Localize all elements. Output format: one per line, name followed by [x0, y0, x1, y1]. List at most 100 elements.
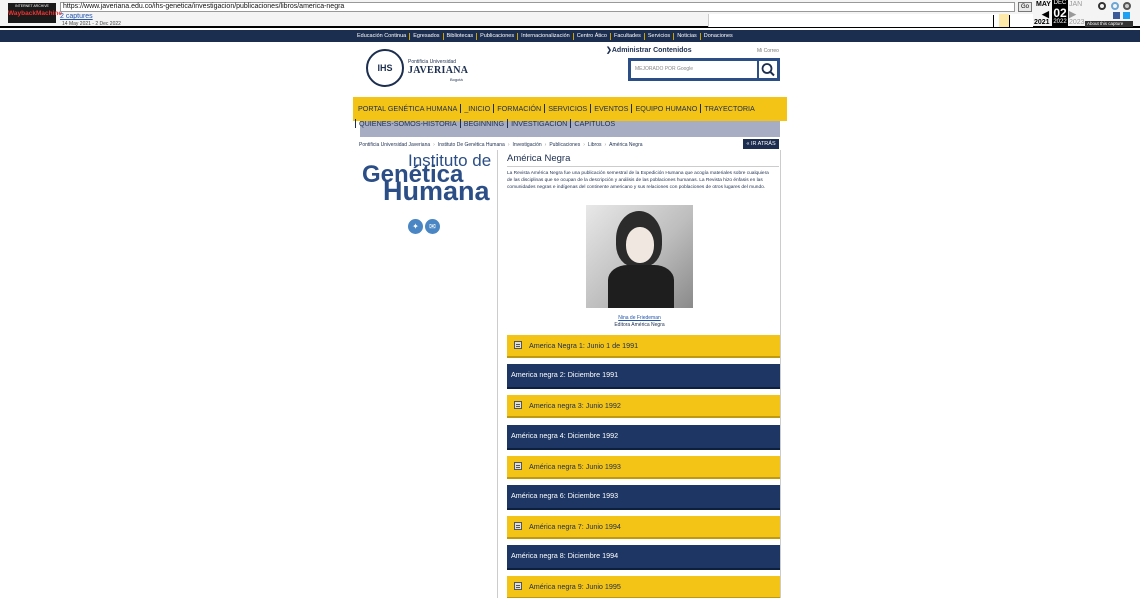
utility-link[interactable]: Internacionalización: [518, 32, 574, 40]
nav-trayectoria[interactable]: TRAYECTORIA: [701, 104, 757, 113]
photo-caption-text: Editora América Negra: [614, 322, 665, 328]
nav-capitulos[interactable]: CAPITULOS: [571, 119, 618, 128]
institute-line3: Humana: [383, 176, 490, 206]
breadcrumb-item[interactable]: Libros: [588, 142, 602, 148]
current-year: 2022: [1053, 19, 1067, 25]
nav-quienes-somos[interactable]: QUIENES-SOMOS-HISTORIA: [355, 119, 461, 128]
issue-link-label: America Negra 1: Junio 1 de 1991: [529, 341, 639, 350]
nav-equipo-humano[interactable]: EQUIPO HUMANO: [632, 104, 702, 113]
pdf-icon: [514, 401, 522, 409]
wayback-logo-text: WaybackMachine: [8, 10, 62, 17]
issue-link-item[interactable]: America Negra 1: Junio 1 de 1991: [507, 335, 780, 356]
utility-nav: Educación Continua Egresados Bibliotecas…: [354, 30, 736, 42]
admin-contents-label: Administrar Contenidos: [611, 47, 692, 54]
logo-main-text: JAVERIANA: [408, 65, 469, 76]
issue-link-label: América negra 4: Diciembre 1992: [511, 431, 619, 440]
photo-caption-link[interactable]: Nina de Friedeman: [586, 315, 693, 321]
twitter-icon[interactable]: ✦: [408, 219, 423, 234]
utility-link[interactable]: Donaciones: [701, 33, 736, 40]
back-button[interactable]: « IR ATRÁS: [743, 139, 779, 149]
page-title: América Negra: [507, 153, 571, 164]
breadcrumb-separator: ›: [583, 142, 585, 148]
issue-link-item[interactable]: América negra 9: Junio 1995: [507, 576, 780, 597]
main-nav-row1: PORTAL GENÉTICA HUMANA _INICIO FORMACIÓN…: [355, 104, 758, 113]
issue-link-label: America negra 2: Diciembre 1991: [511, 370, 619, 379]
close-icon[interactable]: [1123, 2, 1131, 10]
wayback-current-date: DEC 02 2022: [1052, 0, 1068, 27]
search-box: MEJORADO POR Google: [628, 58, 780, 81]
breadcrumb-item[interactable]: Investigación: [512, 142, 541, 148]
search-input[interactable]: MEJORADO POR Google: [631, 61, 757, 78]
search-button[interactable]: [759, 61, 777, 78]
main-nav-row2: QUIENES-SOMOS-HISTORIA BEGINNING INVESTI…: [355, 119, 618, 128]
wayback-capture-range: 14 May 2021 - 2 Dec 2022: [62, 21, 121, 27]
breadcrumb-item[interactable]: Pontificia Universidad Javeriana: [359, 142, 430, 148]
help-icon[interactable]: [1111, 2, 1119, 10]
nav-beginning[interactable]: BEGINNING: [461, 119, 509, 128]
wayback-prev-month[interactable]: MAY: [1036, 1, 1051, 8]
issue-link-item[interactable]: America negra 2: Diciembre 1991: [507, 364, 780, 387]
current-day: 02: [1053, 6, 1067, 20]
breadcrumb-separator: ›: [604, 142, 607, 148]
wayback-go-button[interactable]: Go: [1018, 2, 1032, 12]
utility-link[interactable]: Egresados: [410, 32, 444, 40]
editor-photo: [586, 205, 693, 308]
university-seal-icon: IHS: [366, 49, 404, 87]
nav-investigacion[interactable]: INVESTIGACION: [508, 119, 572, 128]
issue-link-label: América negra 8: Diciembre 1994: [511, 551, 619, 560]
issue-link-item[interactable]: América negra 5: Junio 1993: [507, 456, 780, 477]
university-logo[interactable]: IHS Pontificia Universidad JAVERIANA Bog…: [366, 49, 469, 87]
utility-link[interactable]: Noticias: [674, 32, 701, 40]
issue-link-label: América negra 9: Junio 1995: [529, 582, 621, 591]
issue-link-item[interactable]: América negra 6: Diciembre 1993: [507, 485, 780, 508]
issue-link-label: América negra 6: Diciembre 1993: [511, 491, 619, 500]
admin-contents-link[interactable]: ❯Administrar Contenidos: [606, 46, 692, 54]
utility-link[interactable]: Publicaciones: [477, 32, 519, 40]
email-icon[interactable]: ✉: [425, 219, 440, 234]
wayback-url-input[interactable]: https://www.javeriana.edu.co/ihs-genetic…: [60, 2, 1015, 12]
wayback-prev-year[interactable]: 2021: [1034, 19, 1050, 26]
sparkline-highlight: [999, 14, 1009, 27]
utility-link[interactable]: Servicios: [645, 32, 675, 40]
sparkline-bar: [993, 15, 994, 27]
issue-link-item[interactable]: America negra 3: Junio 1992: [507, 395, 780, 416]
wayback-about-capture[interactable]: About this capture: [1085, 21, 1133, 27]
utility-link[interactable]: Facultades: [611, 32, 645, 40]
issue-link-item[interactable]: América negra 7: Junio 1994: [507, 516, 780, 537]
nav-servicios[interactable]: SERVICIOS: [545, 104, 592, 113]
issue-link-label: América negra 7: Junio 1994: [529, 522, 621, 531]
issue-link-item[interactable]: América negra 4: Diciembre 1992: [507, 425, 780, 448]
search-icon: [761, 63, 775, 77]
mail-link[interactable]: Mi Correo: [757, 48, 779, 54]
utility-link[interactable]: Educación Continua: [354, 32, 411, 40]
breadcrumb-item[interactable]: Publicaciones: [549, 142, 580, 148]
title-divider: [507, 166, 779, 167]
nav-eventos[interactable]: EVENTOS: [591, 104, 633, 113]
wayback-next-year: 2023: [1069, 19, 1085, 26]
pdf-icon: [514, 341, 522, 349]
wayback-sparkline[interactable]: [708, 14, 1033, 27]
user-icon[interactable]: [1098, 2, 1106, 10]
utility-link[interactable]: Centro Ático: [574, 32, 611, 40]
logo-city-text: Bogotá: [450, 77, 463, 82]
breadcrumb-item[interactable]: Instituto De Genética Humana: [438, 142, 505, 148]
intro-paragraph: La Revista América Negra fue una publica…: [507, 171, 769, 190]
wayback-logo[interactable]: INTERNET ARCHIVE WaybackMachine: [8, 3, 62, 23]
sparkline-bar: [1009, 15, 1010, 27]
nav-portal-genetica[interactable]: PORTAL GENÉTICA HUMANA: [355, 104, 462, 113]
nav-formacion[interactable]: FORMACIÓN: [494, 104, 546, 113]
issue-link-item[interactable]: América negra 8: Diciembre 1994: [507, 545, 780, 568]
wayback-captures-link[interactable]: 2 captures: [60, 13, 93, 20]
utility-link[interactable]: Bibliotecas: [444, 32, 478, 40]
breadcrumb: Pontificia Universidad Javeriana › Instit…: [359, 142, 643, 148]
nav-inicio[interactable]: _INICIO: [461, 104, 495, 113]
facebook-icon[interactable]: [1113, 12, 1120, 19]
twitter-icon[interactable]: [1123, 12, 1130, 19]
issue-link-label: America negra 3: Junio 1992: [529, 401, 621, 410]
breadcrumb-separator: ›: [544, 142, 547, 148]
wayback-next-month: JAN: [1069, 1, 1083, 8]
pdf-icon: [514, 462, 522, 470]
breadcrumb-separator: ›: [507, 142, 510, 148]
pdf-icon: [514, 522, 522, 530]
pdf-icon: [514, 582, 522, 590]
